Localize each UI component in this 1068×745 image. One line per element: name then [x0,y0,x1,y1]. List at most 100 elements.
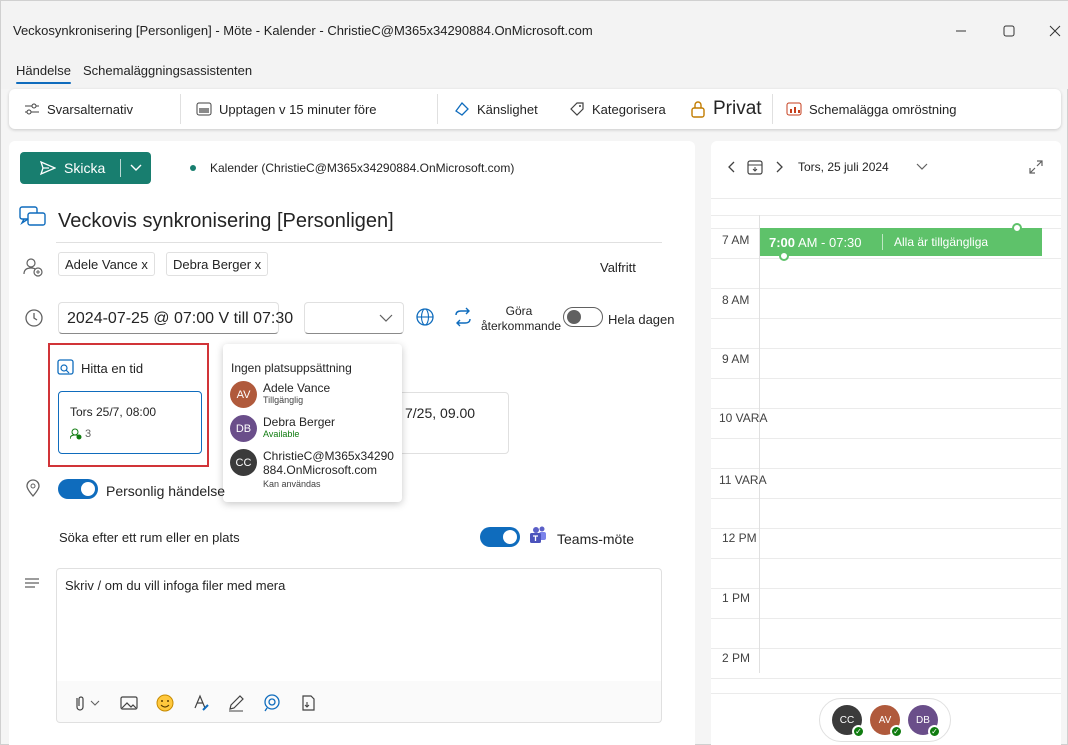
maximize-icon [1003,25,1015,37]
event-resize-handle-bottom[interactable] [779,251,789,261]
globe-icon [416,308,434,326]
grid-line [711,678,1061,679]
recurring-button[interactable] [453,307,473,330]
subject-input[interactable]: Veckovis synkronisering [Personligen] [58,210,394,233]
emoji-button[interactable] [154,693,176,713]
optional-attendees-link[interactable]: Valfritt [600,260,636,275]
person-name-line1: ChristieC@M365x34290 [263,449,394,463]
insert-picture-button[interactable] [118,693,140,713]
person-name-line2: 884.OnMicrosoft.com [263,463,378,477]
schedule-poll-button[interactable]: Schemalägga omröstning [785,99,956,119]
room-search-input[interactable]: Söka efter ett rum eller en plats [59,530,240,545]
teams-meeting-toggle[interactable] [480,527,520,547]
calendar-search-icon [57,359,74,375]
grid-line [711,318,1061,319]
message-body-placeholder: Skriv / om du vill infoga filer med mera [65,578,286,593]
grid-line [711,288,1061,289]
suggested-time: Tors 25/7, 08:00 [70,405,157,419]
event-start: 7:00 [769,235,796,250]
private-button[interactable]: Privat [689,98,762,119]
clock-icon [24,308,44,331]
event-resize-handle-top[interactable] [1012,223,1022,233]
calendar-date[interactable]: Tors, 25 juli 2024 [798,160,889,174]
close-button[interactable] [1035,15,1068,47]
avatar[interactable]: AV ✓ [870,705,903,738]
duration-dropdown[interactable] [304,302,404,334]
toolbar-divider [437,94,438,124]
calendar-event[interactable]: 7:00 AM - 07:30 Alla är tillgängliga [760,223,1042,261]
text-format-icon [194,694,209,711]
minimize-button[interactable] [941,15,981,47]
signature-button[interactable] [225,693,247,713]
window-title: Veckosynkronisering [Personligen] - Möte… [13,23,593,38]
send-icon [40,160,56,176]
all-day-toggle[interactable] [563,307,603,327]
people-available-icon [70,428,82,440]
grid-line [711,588,1061,589]
hour-label: 1 PM [722,591,751,605]
format-text-button[interactable] [190,693,212,713]
availability-popup: Ingen platsuppsättning AV Adele Vance Ti… [223,344,402,502]
grid-line [711,618,1061,619]
tab-event[interactable]: Händelse [16,63,71,84]
busy-reminder-button[interactable]: Upptagen v 15 minuter före [195,99,377,119]
expand-button[interactable] [1029,159,1043,175]
lock-icon [689,100,707,118]
attach-file-button[interactable] [69,693,103,713]
person-name: Debra Berger [263,415,336,429]
grid-line [711,558,1061,559]
person-name: Adele Vance [263,381,331,395]
go-to-today-button[interactable] [747,159,763,175]
person-status: Available [263,429,300,439]
popup-person: DB Debra Berger Available [230,415,335,442]
time-column-divider [759,215,760,673]
avatar: DB [230,415,257,442]
send-button[interactable]: Skicka [20,152,151,184]
attendee-availability-bar: CC ✓ AV ✓ DB ✓ [819,698,951,742]
previous-day-button[interactable] [727,159,735,175]
suggested-time-card[interactable]: Tors 25/7, 08:00 3 [58,391,202,454]
find-time-button[interactable]: Hitta en tid [57,359,143,377]
next-day-button[interactable] [776,159,784,175]
repeat-icon [455,307,471,327]
sensitivity-label: Känslighet [477,101,538,117]
tab-scheduling-assistant[interactable]: Schemaläggningsassistenten [83,63,252,78]
grid-line [711,198,1061,199]
send-options-button[interactable] [121,164,151,172]
avatar: CC [230,449,257,476]
teams-meeting-label: Teams-möte [557,531,635,547]
time-zone-button[interactable] [415,307,435,330]
avatar[interactable]: DB ✓ [908,705,941,738]
calendar-color-dot [190,165,196,171]
avatar[interactable]: CC ✓ [832,705,865,738]
available-check-icon: ✓ [890,725,903,738]
chevron-down-icon [916,163,928,170]
calendar-selector[interactable]: Kalender (ChristieC@M365x34290884.OnMicr… [190,161,514,175]
calendar-today-icon [747,160,763,175]
personal-event-label: Personlig händelse [106,483,226,499]
subject-underline [56,242,662,243]
attendee-chip[interactable]: Adele Vance x [58,252,155,276]
grid-line [711,648,1061,649]
attendee-chip[interactable]: Debra Berger x [166,252,269,276]
hour-label: 7 AM [722,233,750,247]
recurring-label[interactable]: Göra återkommande [481,304,561,334]
suggested-time-count: 3 [85,428,92,440]
date-time-field[interactable]: 2024-07-25 @ 07:00 V till 07:30 [58,302,293,334]
available-check-icon: ✓ [852,725,865,738]
teams-icon [528,525,548,548]
date-picker-button[interactable] [916,159,928,175]
response-options-label: Svarsalternativ [47,101,133,117]
sensitivity-button[interactable]: Känslighet [453,99,538,119]
response-options-button[interactable]: Svarsalternativ [23,99,133,119]
personal-event-toggle[interactable] [58,479,98,499]
event-title: Alla är tillgängliga [894,235,989,249]
hour-label: 12 PM [722,531,757,545]
all-day-label: Hela dagen [608,312,675,327]
loop-button[interactable] [261,693,283,713]
send-label: Skicka [64,160,106,176]
categorize-button[interactable]: Kategorisera [568,99,666,119]
suggested-time-card[interactable]: 7/25, 09.00 [397,392,509,454]
apps-button[interactable] [297,693,319,713]
maximize-button[interactable] [989,15,1029,47]
